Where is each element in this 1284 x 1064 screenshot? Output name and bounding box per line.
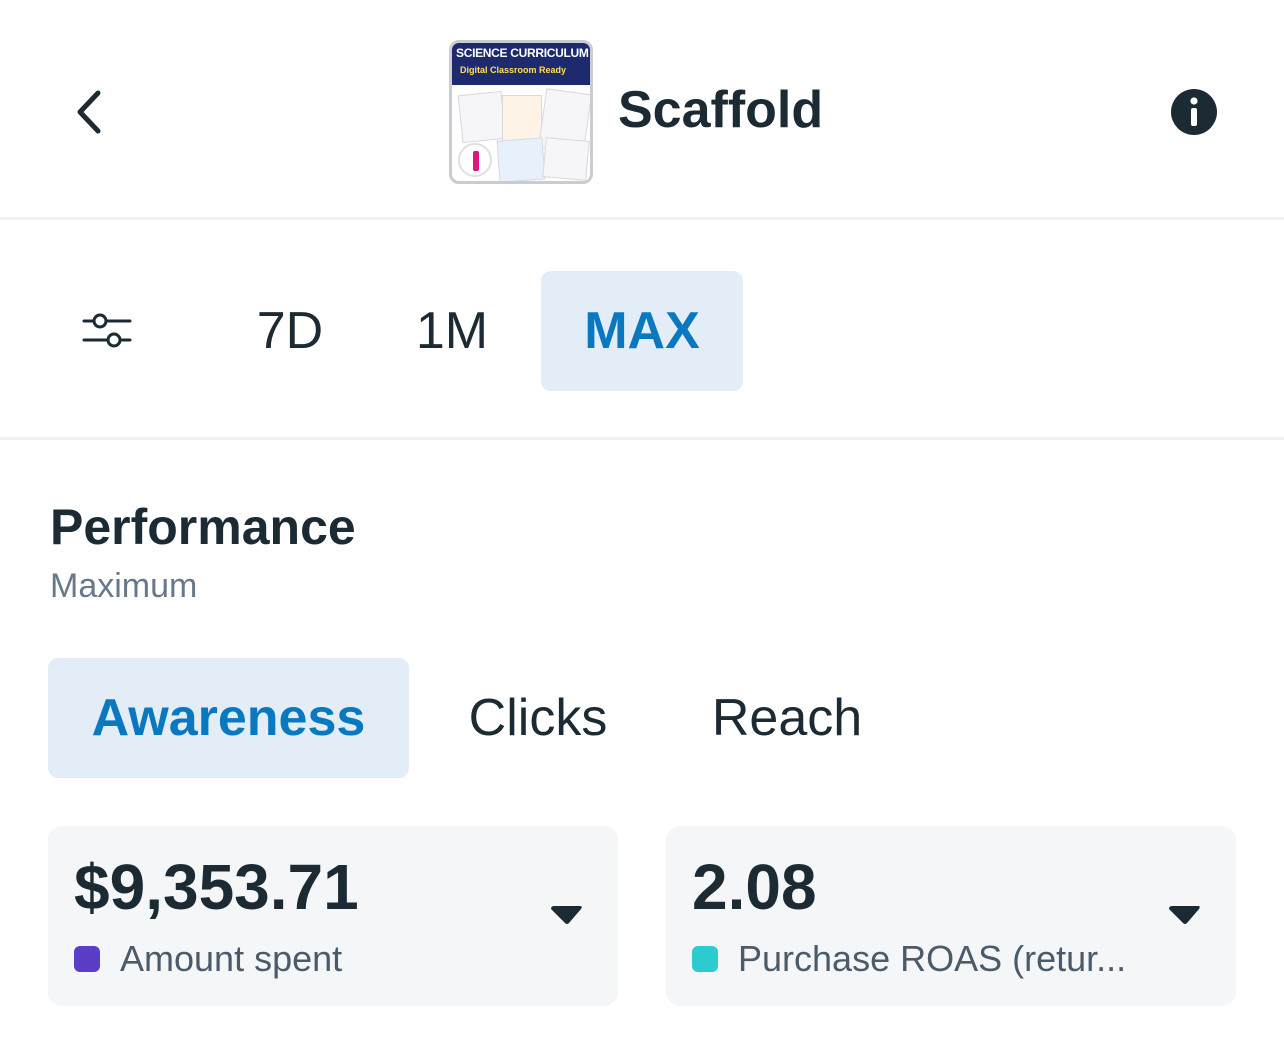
metric-tab-awareness[interactable]: Awareness bbox=[48, 658, 409, 778]
section-title: Performance bbox=[50, 499, 356, 555]
thumbnail-subtitle: Digital Classroom Ready bbox=[460, 65, 567, 75]
metric-label: Amount spent bbox=[120, 938, 343, 979]
legend-swatch bbox=[692, 946, 718, 972]
date-range-bar: 7D 1M MAX bbox=[0, 222, 1284, 440]
campaign-thumbnail: SCIENCE CURRICULUM Digital Classroom Rea… bbox=[449, 40, 593, 184]
metric-tab-clicks[interactable]: Clicks bbox=[448, 658, 628, 778]
info-button[interactable] bbox=[1168, 86, 1220, 138]
section-subtitle: Maximum bbox=[50, 567, 198, 605]
metric-card-amount-spent[interactable]: $9,353.71 Amount spent bbox=[48, 826, 618, 1006]
thumbnail-worksheet bbox=[542, 137, 590, 181]
chevron-left-icon bbox=[77, 90, 101, 134]
back-button[interactable] bbox=[60, 80, 120, 144]
metric-tab-reach[interactable]: Reach bbox=[688, 658, 886, 778]
range-tab-7d[interactable]: 7D bbox=[230, 271, 350, 391]
metric-value: 2.08 bbox=[692, 851, 817, 923]
thumbnail-worksheet bbox=[457, 90, 507, 144]
info-icon bbox=[1171, 89, 1217, 135]
range-tab-max[interactable]: MAX bbox=[541, 271, 743, 391]
sliders-icon bbox=[82, 313, 132, 348]
legend-swatch bbox=[74, 946, 100, 972]
caret-down-icon[interactable] bbox=[1166, 904, 1204, 930]
header: SCIENCE CURRICULUM Digital Classroom Rea… bbox=[0, 0, 1284, 220]
caret-down-icon[interactable] bbox=[548, 904, 586, 930]
metric-label: Purchase ROAS (retur... bbox=[738, 938, 1127, 979]
thumbnail-title: SCIENCE CURRICULUM bbox=[456, 46, 589, 60]
filter-button[interactable] bbox=[76, 306, 140, 356]
thumbnail-worksheet bbox=[496, 137, 546, 181]
page-title: Scaffold bbox=[618, 81, 824, 139]
metric-card-purchase-roas[interactable]: 2.08 Purchase ROAS (retur... bbox=[666, 826, 1236, 1006]
thumbnail-logo bbox=[458, 143, 492, 177]
metric-value: $9,353.71 bbox=[74, 851, 359, 923]
range-tab-1m[interactable]: 1M bbox=[392, 271, 512, 391]
